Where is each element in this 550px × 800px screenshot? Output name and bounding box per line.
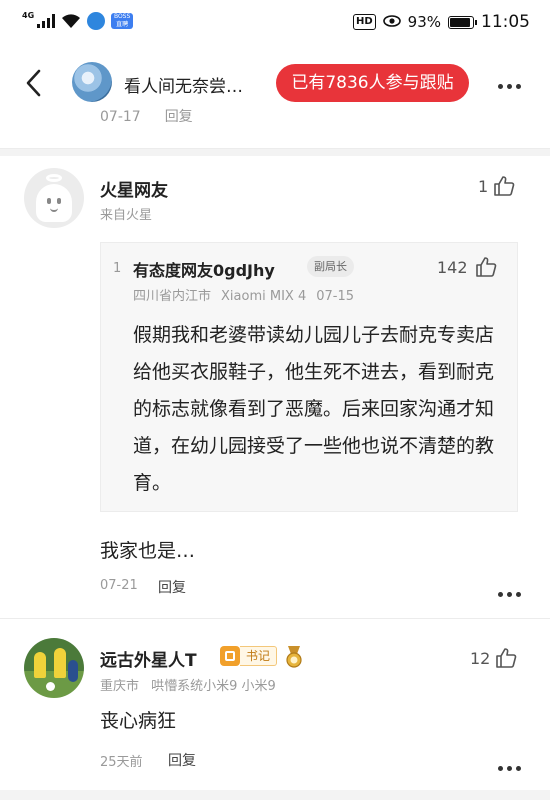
like-button[interactable]: 12 [470, 646, 518, 670]
comment-meta: 重庆市 哄懵系统小米9 小米9 [100, 675, 276, 694]
signal-strength-icon [37, 14, 56, 28]
more-options-icon[interactable] [496, 74, 523, 93]
avatar[interactable] [24, 168, 84, 228]
quote-text: 假期我和老婆带读幼儿园儿子去耐克专卖店给他买衣服鞋子，他生死不进去，看到耐克的标… [133, 324, 495, 494]
quote-floor-number: 1 [113, 261, 122, 276]
quote-device: Xiaomi MIX 4 [221, 289, 307, 304]
boss-app-icon: BOSS直聘 [111, 13, 134, 29]
clock: 11:05 [481, 12, 530, 32]
thumbs-up-icon [475, 257, 496, 277]
quote-like-button[interactable]: 142 [437, 255, 498, 279]
previous-comment-time: 07-17 [100, 109, 141, 122]
quote-location: 四川省内江市 [133, 289, 212, 304]
user-title-badge: 书记 [220, 646, 278, 666]
nav-header: 看人间无奈尝… 已有7836人参与跟贴 [0, 44, 550, 120]
avatar[interactable] [24, 638, 84, 698]
comment-time: 07-21 [100, 578, 138, 593]
battery-fill [450, 17, 471, 27]
battery-percent: 93% [407, 13, 441, 31]
comment-more-icon[interactable] [496, 756, 523, 775]
like-button[interactable]: 1 [478, 174, 516, 198]
quote-like-count: 142 [437, 257, 468, 277]
post-title[interactable]: 看人间无奈尝… [124, 72, 243, 97]
comment-username[interactable]: 远古外星人T [100, 646, 197, 671]
cloud-app-icon [87, 12, 106, 30]
previous-reply-button[interactable]: 回复 [165, 109, 193, 122]
medal-icon [286, 646, 302, 668]
thumbs-up-icon [496, 648, 517, 668]
quoted-comment[interactable]: 1 有态度网友0gdJhy 副局长 142 四川省内江市 Xiaomi MIX 4… [100, 242, 518, 512]
comment-username[interactable]: 火星网友 [100, 176, 168, 201]
section-divider [0, 790, 550, 800]
quote-date: 07-15 [316, 289, 355, 304]
back-arrow-icon[interactable] [22, 68, 46, 98]
like-count: 12 [470, 648, 491, 668]
status-right: HD 93% 11:05 [352, 12, 530, 32]
eye-comfort-icon [382, 13, 401, 31]
join-discussion-button[interactable]: 已有7836人参与跟贴 [276, 64, 469, 102]
comment-more-icon[interactable] [496, 582, 523, 601]
comment-location: 重庆市 [100, 679, 140, 694]
quote-meta: 四川省内江市 Xiaomi MIX 4 07-15 [133, 285, 354, 304]
comment-location: 来自火星 [100, 208, 153, 223]
like-count: 1 [478, 176, 489, 196]
quote-username[interactable]: 有态度网友0gdJhy [133, 257, 275, 281]
battery-icon [448, 15, 477, 29]
thumbs-up-icon [494, 176, 515, 196]
section-divider [0, 148, 550, 156]
comment-text: 我家也是… [100, 540, 196, 562]
network-type: 4G [22, 10, 35, 20]
comment-text: 丧心病狂 [100, 710, 177, 732]
comment-device: 哄懵系统小米9 小米9 [151, 679, 276, 694]
post-avatar[interactable] [72, 62, 112, 102]
previous-comment-meta: 07-17 回复 [100, 106, 193, 122]
wifi-icon [61, 13, 81, 29]
badge-icon [220, 646, 240, 666]
reply-button[interactable]: 回复 [168, 750, 196, 770]
user-title-label: 书记 [240, 646, 278, 666]
comment-time: 25天前 [100, 755, 143, 770]
reply-button[interactable]: 回复 [158, 577, 186, 597]
hd-icon: HD [352, 14, 376, 30]
comment-divider [0, 618, 550, 619]
status-left: 4G BOSS直聘 [22, 10, 134, 30]
quote-user-badge: 副局长 [307, 256, 354, 277]
status-bar: 4G BOSS直聘 HD 93% 11:05 [0, 0, 550, 44]
